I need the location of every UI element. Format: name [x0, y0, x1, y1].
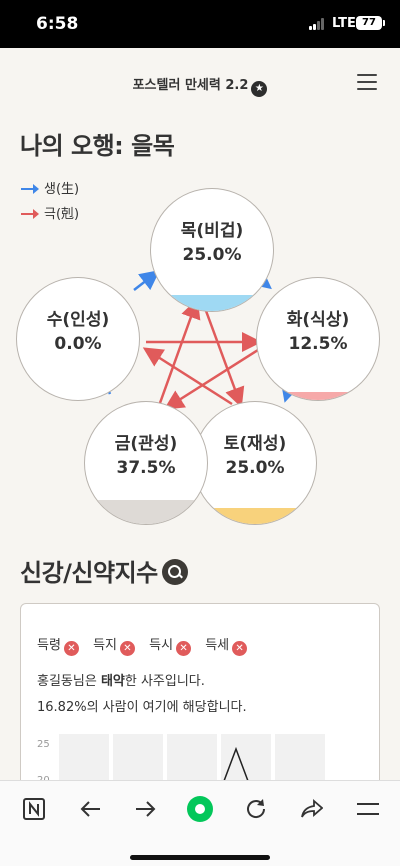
hamburger-menu-icon[interactable] [357, 74, 377, 90]
signal-icon [309, 18, 327, 30]
badge-row: 득령 ✕ 득지 ✕ 득시 ✕ 득세 ✕ [37, 634, 257, 656]
x-icon: ✕ [176, 641, 192, 656]
node-hwa-fill [257, 392, 379, 400]
node-mok-percent: 25.0% [182, 245, 242, 265]
badge-deuksi: 득시 ✕ [149, 634, 192, 656]
badge-deukji: 득지 ✕ [93, 634, 135, 656]
desc-prefix: 홍길동님은 [37, 674, 101, 689]
geuk-arrow-geum-mok [158, 298, 201, 404]
node-su-percent: 0.0% [54, 334, 102, 354]
singang-percentage: 16.82%의 사람이 여기에 해당합니다. [37, 700, 247, 715]
badge-label: 득지 [93, 638, 117, 653]
node-mok-label: 목(비겁) [180, 221, 244, 241]
node-su-label: 수(인성) [46, 310, 110, 330]
network-label: LTE [332, 16, 356, 31]
singang-description: 홍길동님은 태약한 사주입니다. [37, 670, 205, 689]
x-icon: ✕ [119, 641, 135, 656]
geuk-arrow-to-su [142, 347, 233, 406]
desc-suffix: 한 사주입니다. [124, 674, 205, 689]
node-to-percent: 25.0% [225, 458, 285, 478]
singang-title-text: 신강/신약지수 [20, 559, 158, 587]
menu-icon[interactable] [354, 795, 382, 823]
back-arrow-icon[interactable] [76, 795, 104, 823]
forward-arrow-icon[interactable] [132, 795, 160, 823]
singang-title: 신강/신약지수 [20, 553, 188, 588]
badge-label: 득시 [149, 638, 174, 653]
app-title: 포스텔러 만세력 2.2 ★ [0, 74, 400, 97]
green-dot-icon[interactable] [186, 795, 214, 823]
badge-deukse: 득세 ✕ [205, 634, 248, 656]
battery-icon: 77 [356, 16, 385, 30]
node-hwa-percent: 12.5% [288, 334, 348, 354]
share-icon[interactable] [298, 795, 326, 823]
status-time: 6:58 [36, 14, 79, 34]
node-mok[interactable]: 목(비겁) 25.0% [150, 188, 274, 312]
oheng-diagram: 목(비겁) 25.0% 화(식상) 12.5% 토(재성) 25.0% 금(관성… [0, 188, 400, 525]
node-hwa-label: 화(식상) [286, 310, 350, 330]
x-icon: ✕ [232, 641, 248, 656]
app-title-text: 포스텔러 만세력 2.2 [132, 78, 249, 93]
geuk-arrow-hwa-geum [163, 348, 259, 410]
node-to-fill [194, 508, 316, 524]
node-geum-percent: 37.5% [116, 458, 176, 478]
node-su[interactable]: 수(인성) 0.0% [16, 277, 140, 401]
naver-n-icon[interactable] [20, 795, 48, 823]
oheng-title: 나의 오행: 을목 [20, 132, 175, 160]
home-indicator [130, 855, 270, 860]
app-header: 포스텔러 만세력 2.2 ★ [0, 48, 400, 116]
refresh-icon[interactable] [242, 795, 270, 823]
node-to-label: 토(재성) [223, 434, 287, 454]
x-icon: ✕ [63, 641, 79, 656]
node-geum-label: 금(관성) [114, 434, 178, 454]
node-geum[interactable]: 금(관성) 37.5% [84, 401, 208, 525]
status-bar: 6:58 LTE 77 [0, 0, 400, 48]
node-hwa[interactable]: 화(식상) 12.5% [256, 277, 380, 401]
badge-label: 득령 [37, 638, 61, 653]
node-mok-fill [151, 295, 273, 311]
browser-toolbar [0, 780, 400, 866]
desc-strength: 태약 [100, 674, 125, 689]
badge-deukryeong: 득령 ✕ [37, 634, 79, 656]
node-to[interactable]: 토(재성) 25.0% [193, 401, 317, 525]
node-geum-fill [85, 500, 207, 524]
search-icon[interactable] [161, 559, 188, 585]
star-badge-icon: ★ [251, 81, 268, 97]
saeng-arrow-su-mok [133, 269, 160, 291]
badge-label: 득세 [205, 638, 230, 653]
